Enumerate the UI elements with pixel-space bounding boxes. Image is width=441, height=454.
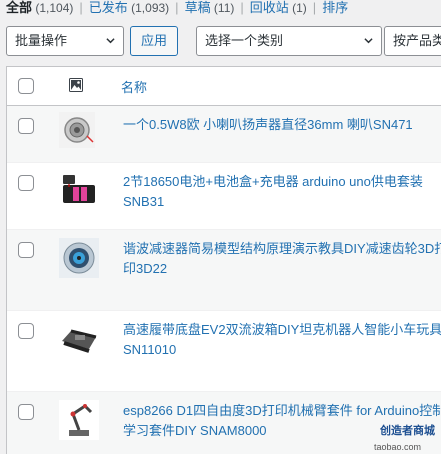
table-row: 一个0.5W8欧 小喇叭扬声器直径36mm 喇叭SN471 [7,106,441,163]
watermark-logo: 创造者商城 taobao.com [355,418,441,454]
watermark-text: 创造者商城 [380,425,435,437]
filter-sorting[interactable]: 排序 [322,0,348,15]
tank-chassis-thumbnail[interactable] [59,319,99,359]
separator: | [240,0,244,15]
row-checkbox[interactable] [18,118,34,134]
separator: | [79,0,83,15]
table-row: 2节18650电池+电池盒+充电器 arduino uno供电套装SNB31 [7,163,441,230]
table-row: 谐波减速器简易模型结构原理演示教具DIY减速齿轮3D打印3D22 [7,230,441,311]
status-filters: 全部 (1,104) | 已发布 (1,093) | 草稿 (11) | 回收站 (1) | 排… [6,0,348,18]
table-row: 高速履带底盘EV2双流波箱DIY坦克机器人智能小车玩具SN11010 [7,311,441,392]
select-all-checkbox[interactable] [18,78,34,94]
robot-arm-thumbnail[interactable] [59,400,99,440]
battery-thumbnail[interactable] [59,171,99,211]
category-select[interactable]: 选择一个类别 [196,26,382,56]
chevron-down-icon [364,38,373,44]
row-checkbox[interactable] [18,175,34,191]
category-value: 选择一个类别 [205,33,284,48]
tablenav-top: 批量操作 应用 选择一个类别 按产品类 [6,26,441,56]
product-type-select[interactable]: 按产品类 [384,26,441,56]
gear-thumbnail[interactable] [59,238,99,278]
products-table: 名称 一个0.5W8欧 小喇叭扬声器直径36mm 喇叭SN471 2节18650… [6,66,441,454]
filter-drafts[interactable]: 草稿 (11) [185,0,235,15]
products-page: 全部 (1,104) | 已发布 (1,093) | 草稿 (11) | 回收站 (1) | 排… [0,0,441,454]
filter-trash[interactable]: 回收站 (1) [250,0,307,15]
table-header: 名称 [7,67,441,106]
product-type-value: 按产品类 [393,33,441,48]
product-title-link[interactable]: 一个0.5W8欧 小喇叭扬声器直径36mm 喇叭SN471 [123,115,441,135]
apply-button[interactable]: 应用 [130,26,178,56]
separator: | [312,0,317,15]
filter-all[interactable]: 全部 (1,104) [6,0,73,15]
product-title-link[interactable]: 2节18650电池+电池盒+充电器 arduino uno供电套装SNB31 [123,172,441,212]
bulk-actions-value: 批量操作 [15,33,68,48]
speaker-thumbnail[interactable] [59,112,95,148]
row-checkbox[interactable] [18,323,34,339]
watermark-domain: taobao.com [373,442,421,452]
image-icon [69,78,83,92]
filter-published[interactable]: 已发布 (1,093) [89,0,169,15]
chevron-down-icon [106,38,115,44]
product-title-link[interactable]: 谐波减速器简易模型结构原理演示教具DIY减速齿轮3D打印3D22 [123,239,441,279]
row-checkbox[interactable] [18,242,34,258]
row-checkbox[interactable] [18,404,34,420]
separator: | [175,0,179,15]
product-title-link[interactable]: 高速履带底盘EV2双流波箱DIY坦克机器人智能小车玩具SN11010 [123,320,441,360]
bulk-actions-select[interactable]: 批量操作 [6,26,124,56]
column-name-header[interactable]: 名称 [121,77,147,96]
